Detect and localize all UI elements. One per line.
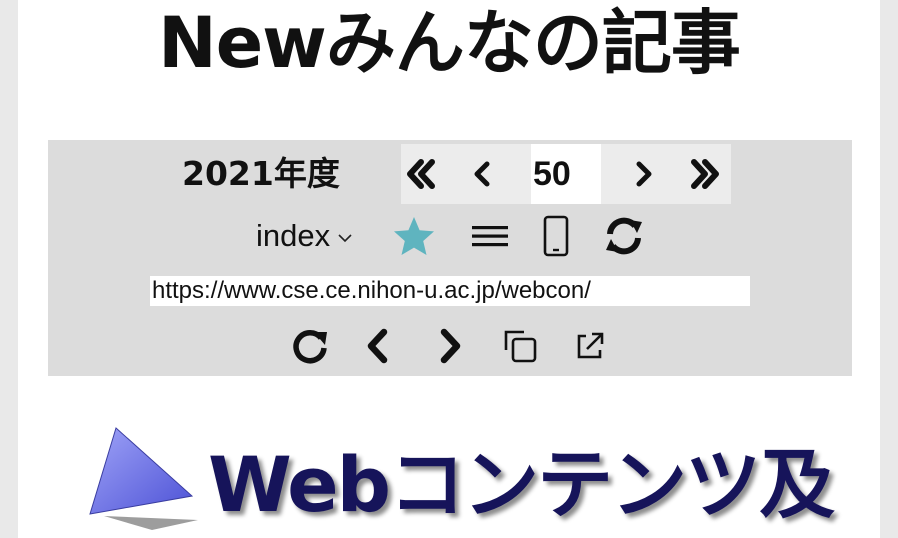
index-dropdown-label: index: [256, 218, 331, 253]
hamburger-menu-icon: [472, 226, 508, 247]
next-page-button[interactable]: [623, 154, 663, 194]
favorite-button[interactable]: [392, 214, 436, 258]
forward-button[interactable]: [428, 324, 472, 368]
double-chevron-left-icon: [407, 159, 435, 189]
sync-button[interactable]: [602, 214, 646, 258]
page-title: Newみんなの記事: [158, 2, 741, 84]
page-content: Newみんなの記事 2021年度 50 index https://www.cs…: [18, 0, 880, 538]
open-external-button[interactable]: [568, 324, 612, 368]
browser-controls-row: [48, 320, 852, 370]
navigation-panel: 2021年度 50 index https://www.cse.ce.nihon…: [48, 140, 852, 376]
previous-page-button[interactable]: [463, 154, 503, 194]
tool-row: index: [48, 210, 852, 260]
course-banner: Webコンテンツ及: [88, 420, 835, 538]
first-page-button[interactable]: [401, 154, 441, 194]
copy-icon: [504, 330, 537, 363]
external-link-icon: [577, 332, 604, 359]
index-dropdown[interactable]: index: [256, 216, 354, 256]
menu-button[interactable]: [468, 214, 512, 258]
chevron-right-icon: [636, 161, 652, 187]
copy-button[interactable]: [498, 324, 542, 368]
star-icon: [394, 217, 434, 255]
chevron-left-icon: [474, 161, 490, 187]
url-field[interactable]: [150, 276, 750, 306]
mobile-view-button[interactable]: [534, 214, 578, 258]
sync-icon: [606, 217, 642, 255]
chevron-right-icon: [440, 328, 461, 364]
last-page-button[interactable]: [685, 154, 725, 194]
pager: [401, 144, 731, 204]
back-button[interactable]: [356, 324, 400, 368]
chevron-down-icon: [338, 234, 352, 242]
page-number-input[interactable]: [531, 144, 601, 204]
reload-button[interactable]: [288, 324, 332, 368]
triangle-logo-icon: [89, 427, 198, 530]
year-label: 2021年度: [182, 154, 340, 193]
double-chevron-right-icon: [691, 159, 719, 189]
reload-icon: [293, 329, 327, 364]
smartphone-icon: [543, 215, 569, 257]
chevron-left-icon: [367, 328, 388, 364]
banner-title: Webコンテンツ及: [208, 440, 835, 529]
